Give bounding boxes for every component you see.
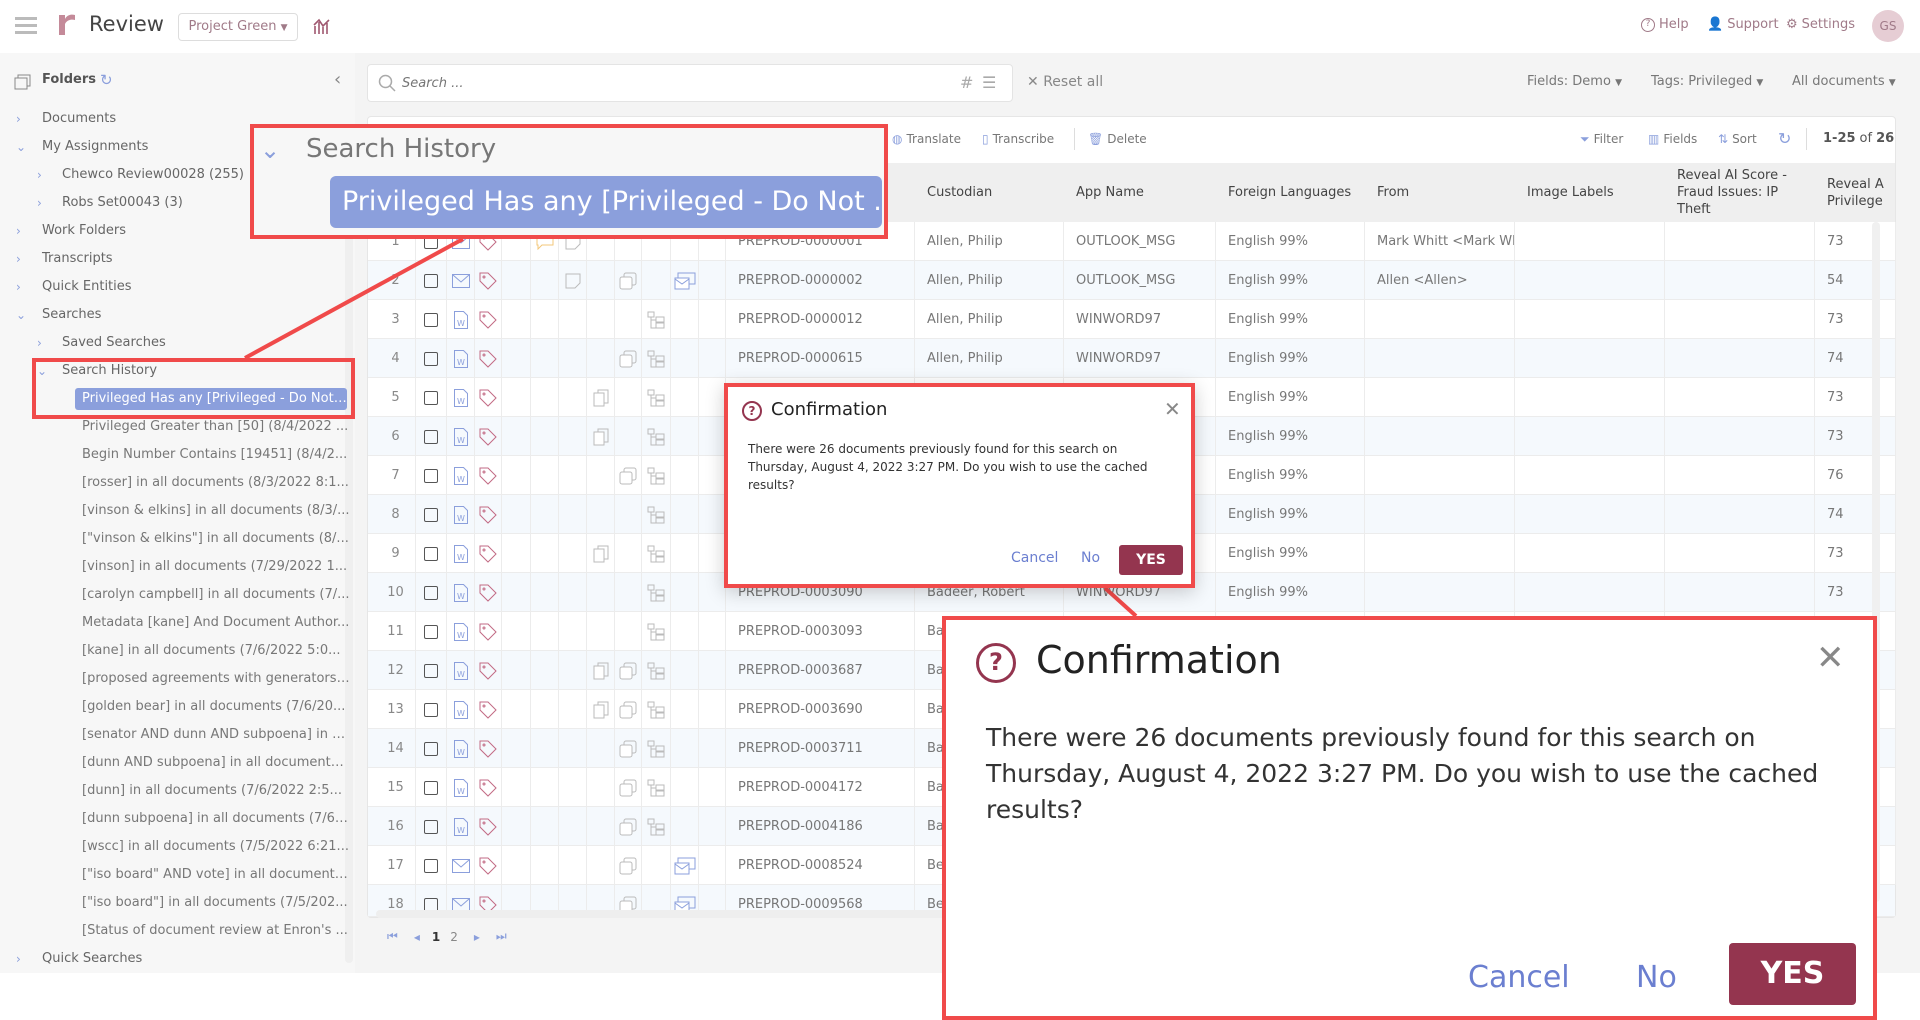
dialog-title: Confirmation (771, 399, 888, 420)
dialog-message: There were 26 documents previously found… (986, 723, 1819, 824)
question-icon: ? (976, 643, 1016, 683)
chevron-down-icon: ⌄ (260, 136, 281, 164)
confirmation-dialog-zoomed: ? Confirmation ✕ There were 26 documents… (942, 616, 1877, 1020)
yes-button[interactable]: YES (1119, 545, 1183, 575)
no-button[interactable]: No (1081, 550, 1100, 566)
dialog-title: Confirmation (1036, 638, 1282, 682)
close-icon: ✕ (1816, 638, 1845, 678)
cancel-button[interactable]: Cancel (1011, 550, 1058, 566)
no-button: No (1636, 960, 1677, 995)
close-icon[interactable]: ✕ (1164, 397, 1181, 421)
callout-line (1103, 586, 1138, 618)
sidebar-highlight-box (32, 358, 355, 419)
callout-selected-item: Privileged Has any [Privileged - Do Not … (330, 176, 882, 228)
callout-heading: Search History (306, 134, 497, 164)
search-history-callout: ⌄ Search History Privileged Has any [Pri… (250, 124, 888, 239)
question-icon: ? (742, 401, 762, 421)
confirmation-dialog: ? Confirmation ✕ There were 26 documents… (724, 383, 1195, 588)
callout-line (244, 237, 464, 360)
dialog-message: There were 26 documents previously found… (748, 442, 1148, 492)
cancel-button: Cancel (1468, 960, 1570, 995)
yes-button: YES (1729, 943, 1856, 1005)
